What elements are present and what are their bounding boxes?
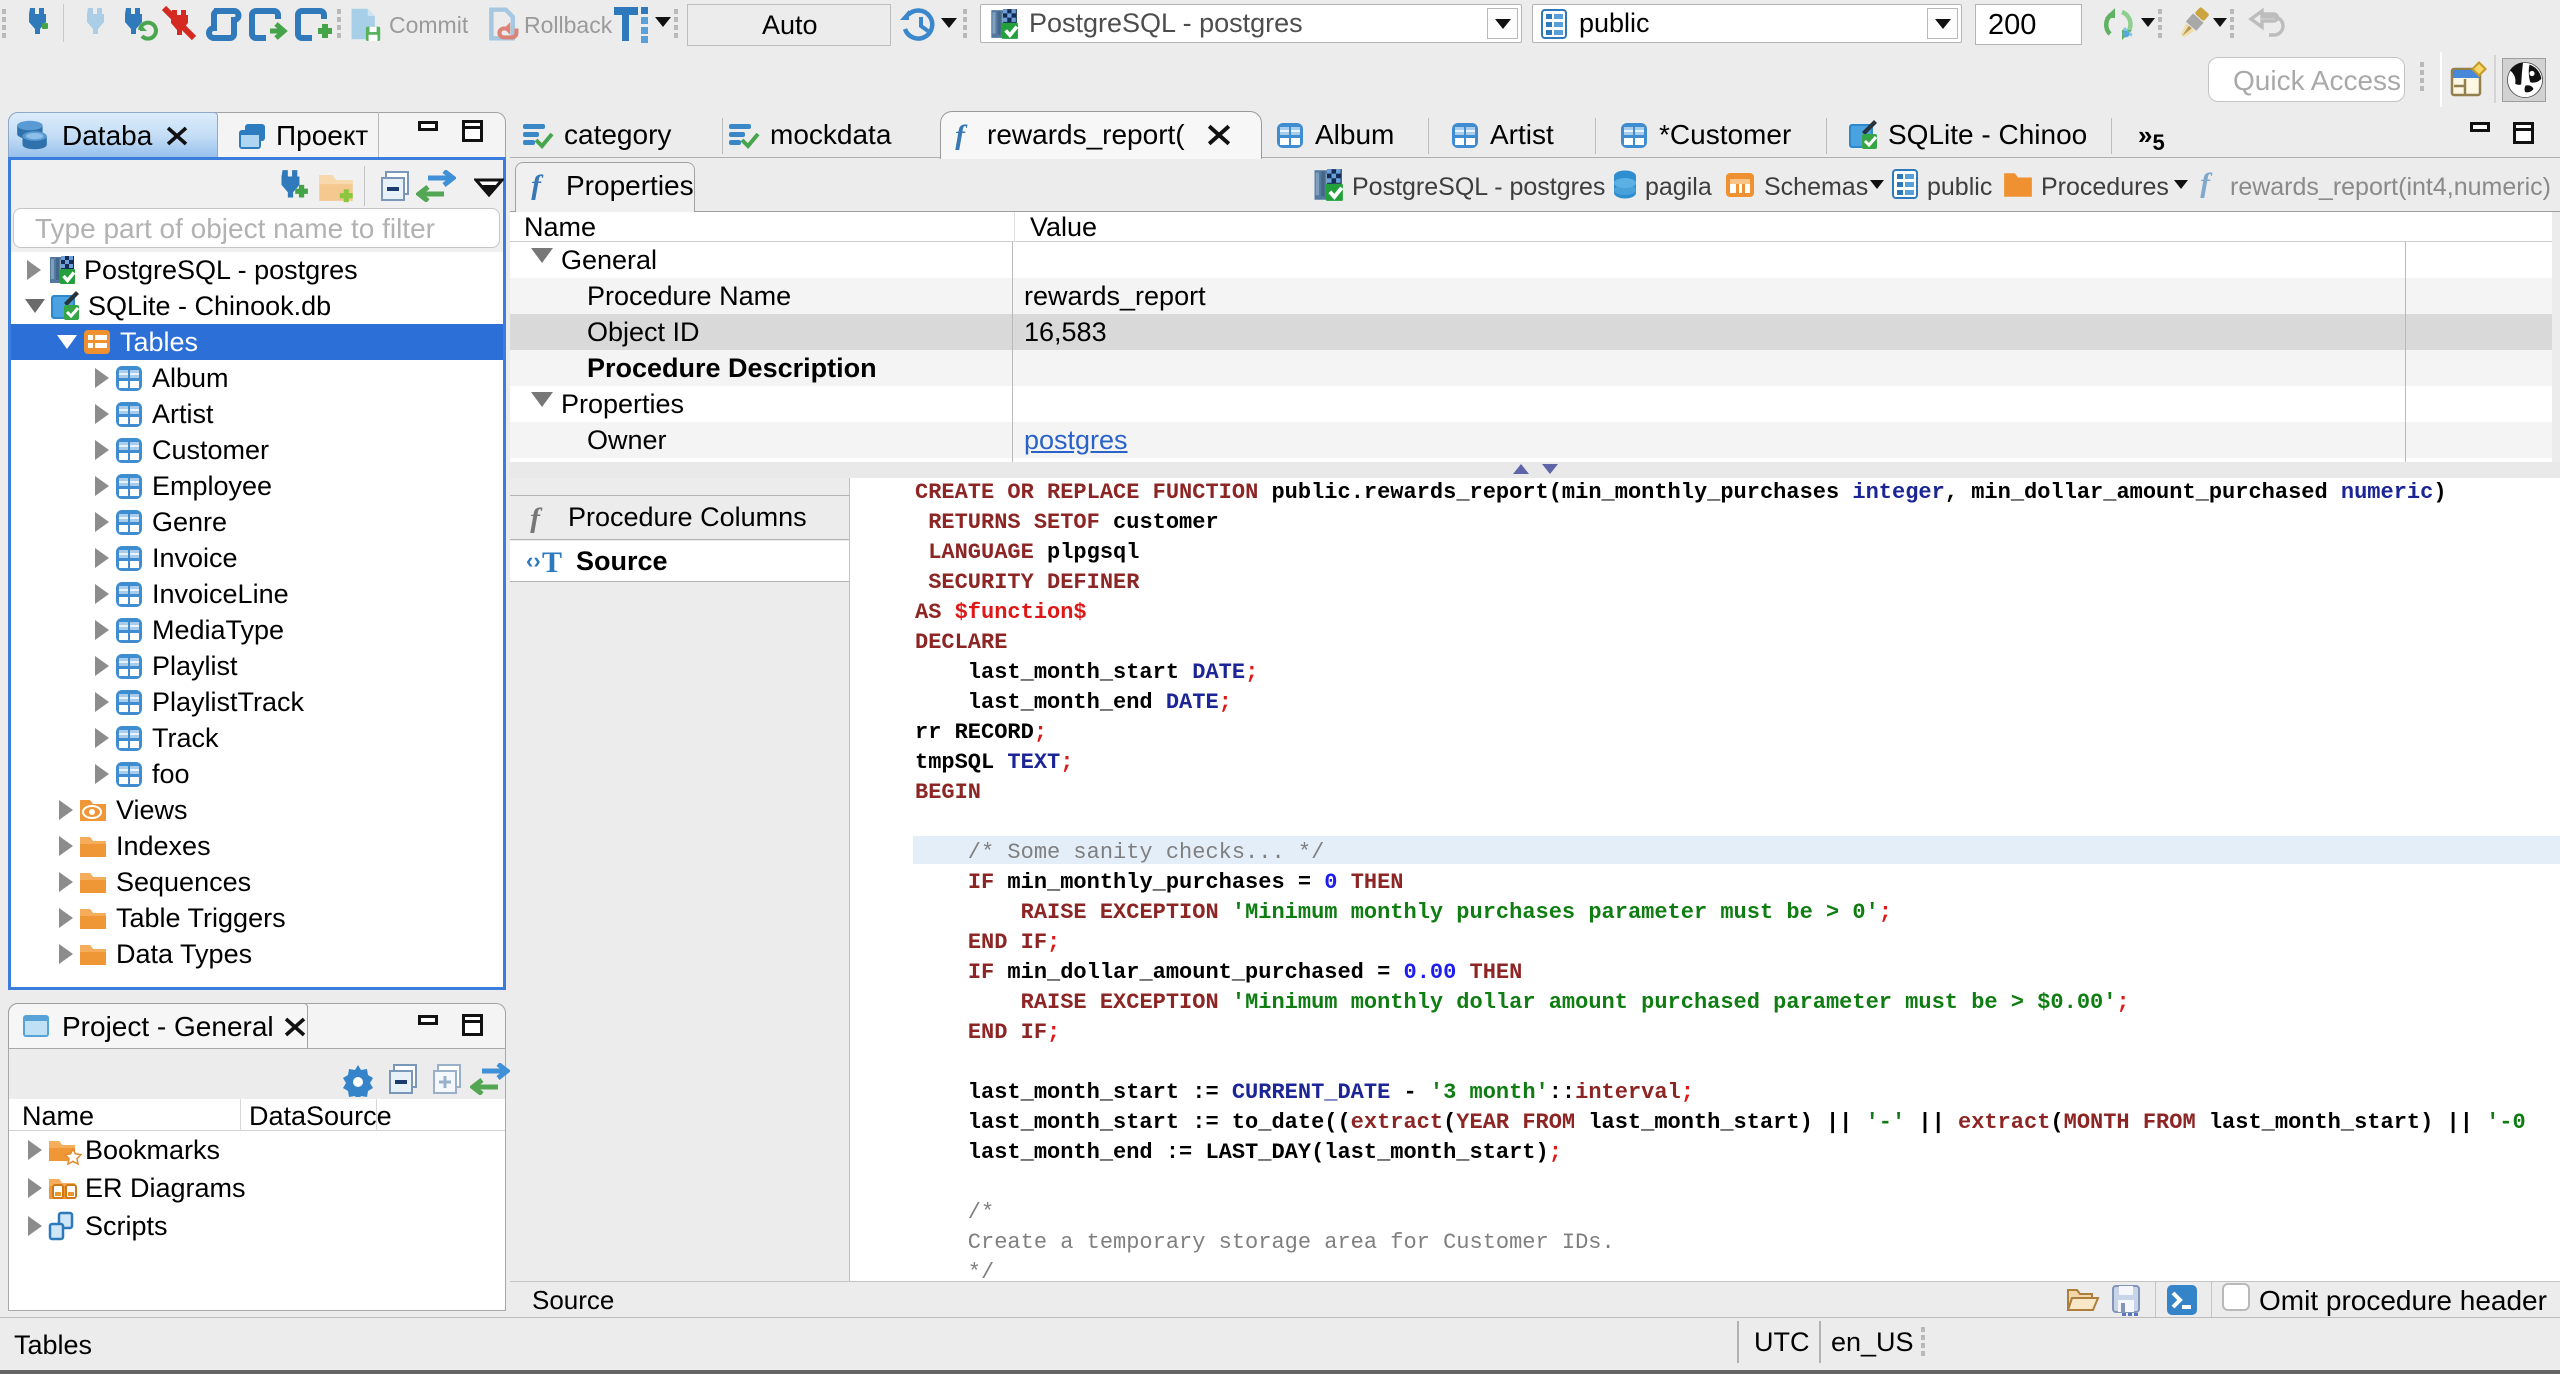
svg-text:f: f	[530, 503, 543, 533]
svg-text:T: T	[542, 546, 562, 576]
svg-text:‹›: ‹›	[526, 548, 541, 573]
svg-text:f: f	[2200, 168, 2213, 198]
